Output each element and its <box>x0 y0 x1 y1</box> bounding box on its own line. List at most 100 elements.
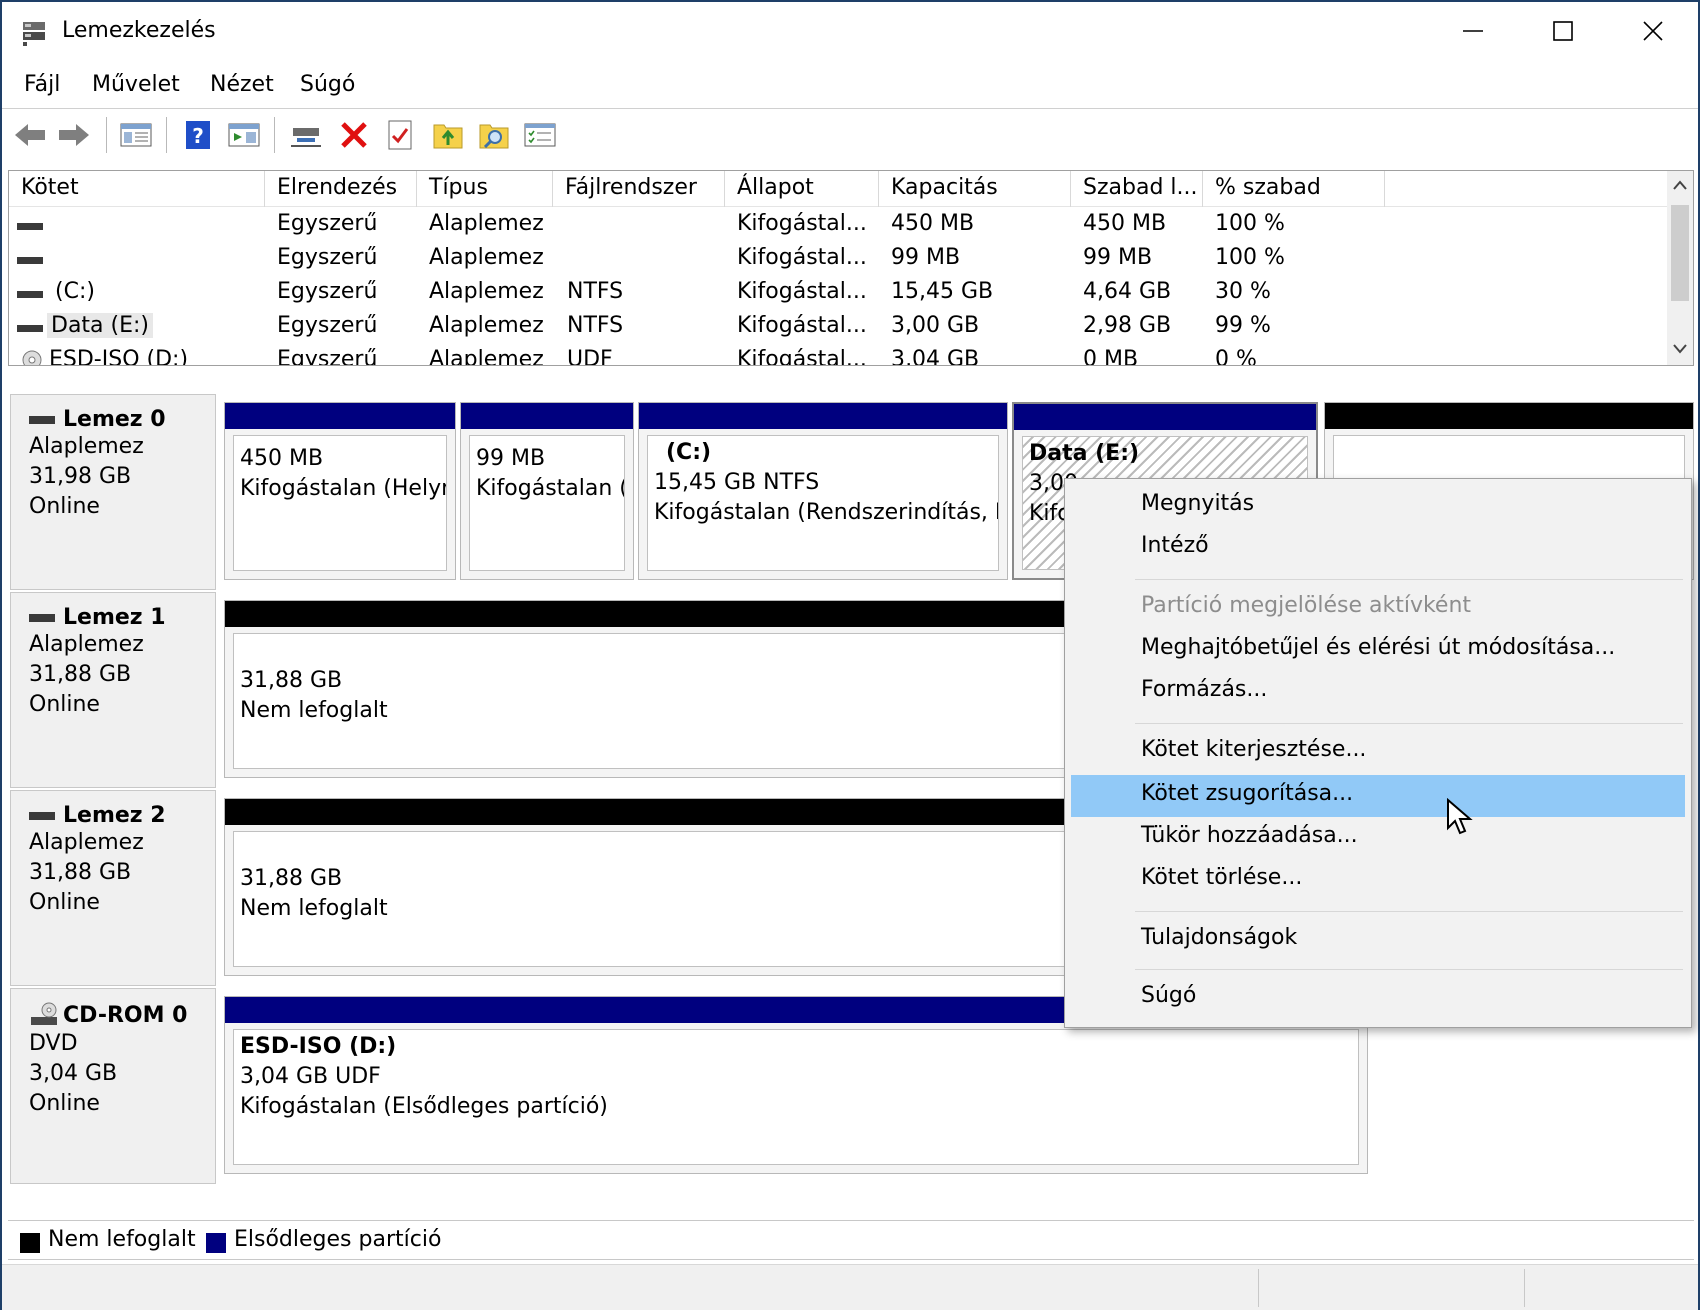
disk-2-name: Lemez 2 <box>29 803 215 828</box>
menu-item-label: Kötet törlése... <box>1141 865 1303 890</box>
connect-button[interactable] <box>288 117 324 153</box>
menu-item-label: Tulajdonságok <box>1141 925 1298 950</box>
delete-icon <box>341 122 367 148</box>
cell-capacity: 99 MB <box>891 245 961 270</box>
cell-layout: Egyszerű <box>277 245 378 270</box>
menu-item-change-drive-letter[interactable]: Meghajtóbetűjel és elérési út módosítása… <box>1071 629 1685 671</box>
toolbar-separator <box>166 117 167 153</box>
menu-item-delete-volume[interactable]: Kötet törlése... <box>1071 859 1685 901</box>
partition-recovery[interactable]: 450 MB Kifogástalan (Helyr <box>224 402 456 580</box>
menu-item-format[interactable]: Formázás... <box>1071 671 1685 713</box>
column-header-layout[interactable]: Elrendezés <box>265 171 417 207</box>
cdrom-0-label[interactable]: CD-ROM 0 DVD 3,04 GB Online <box>10 988 216 1184</box>
column-header-filesystem[interactable]: Fájlrendszer <box>553 171 725 207</box>
back-button[interactable] <box>12 117 48 153</box>
partition-body: (C:) 15,45 GB NTFS Kifogástalan (Rendsze… <box>647 435 999 571</box>
toolbar-separator <box>106 117 107 153</box>
cell-type: Alaplemez <box>429 279 544 304</box>
cell-capacity: 3,04 GB <box>891 347 980 366</box>
column-header-capacity[interactable]: Kapacitás <box>879 171 1071 207</box>
partition-status: Kifogástalan (Rendszerindítás, La <box>654 500 999 525</box>
checklist-button[interactable] <box>382 117 418 153</box>
disk-0-size: 31,98 GB <box>29 464 132 489</box>
cell-layout: Egyszerű <box>277 279 378 304</box>
disk-0-label[interactable]: Lemez 0 Alaplemez 31,98 GB Online <box>10 394 216 590</box>
menu-item-open[interactable]: Megnyitás <box>1071 485 1685 527</box>
maximize-button[interactable] <box>1518 2 1608 60</box>
table-row[interactable]: (C:) Egyszerű Alaplemez NTFS Kifogástal.… <box>9 277 1669 311</box>
properties-button[interactable] <box>522 117 558 153</box>
cell-volume: (C:) <box>55 279 95 304</box>
partition-size: 15,45 GB NTFS <box>654 470 820 495</box>
cell-capacity: 15,45 GB <box>891 279 994 304</box>
disk-icon <box>29 811 55 820</box>
forward-button[interactable] <box>56 117 92 153</box>
minimize-button[interactable] <box>1428 2 1518 60</box>
cell-free-space: 2,98 GB <box>1083 313 1172 338</box>
view-button[interactable] <box>226 117 262 153</box>
menu-item-extend-volume[interactable]: Kötet kiterjesztése... <box>1071 731 1685 773</box>
mouse-pointer-icon <box>1447 798 1473 835</box>
back-icon <box>15 124 45 146</box>
menu-item-label: Intéző <box>1141 533 1209 558</box>
table-row[interactable]: Egyszerű Alaplemez Kifogástal... 99 MB 9… <box>9 243 1669 277</box>
table-row[interactable]: ESD-ISO (D:) Egyszerű Alaplemez UDF Kifo… <box>9 345 1669 366</box>
menu-item-help[interactable]: Súgó <box>1071 977 1685 1019</box>
cdrom-0-name-text: CD-ROM 0 <box>63 1002 188 1028</box>
disk-0-type: Alaplemez <box>29 434 144 459</box>
menu-item-shrink-volume[interactable]: Kötet zsugorítása... <box>1071 775 1685 817</box>
disk-1-name: Lemez 1 <box>29 605 215 630</box>
volume-list[interactable]: Kötet Elrendezés Típus Fájlrendszer Álla… <box>8 170 1694 366</box>
search-folder-icon <box>479 124 509 149</box>
menu-help[interactable]: Súgó <box>300 72 355 97</box>
partition-status: Kifogástalan (Elsődleges partíció) <box>240 1094 608 1119</box>
table-row[interactable]: Data (E:) Egyszerű Alaplemez NTFS Kifogá… <box>9 311 1669 345</box>
column-header-free-space[interactable]: Szabad l... <box>1071 171 1203 207</box>
column-header-percent-free[interactable]: % szabad <box>1203 171 1385 207</box>
context-menu: Megnyitás Intéző Partíció megjelölése ak… <box>1064 478 1692 1028</box>
column-header-status[interactable]: Állapot <box>725 171 879 207</box>
legend-primary: Elsődleges partíció <box>234 1227 442 1252</box>
partition-status: Kifogástalan ( <box>476 476 625 501</box>
legend: Nem lefoglalt Elsődleges partíció <box>8 1220 1694 1260</box>
checklist-icon <box>388 120 412 150</box>
column-header-volume[interactable]: Kötet <box>9 171 265 207</box>
menu-item-explore[interactable]: Intéző <box>1071 527 1685 569</box>
column-header-type[interactable]: Típus <box>417 171 553 207</box>
search-folder-button[interactable] <box>476 117 512 153</box>
cell-status: Kifogástal... <box>737 313 867 338</box>
volume-icon <box>17 257 43 264</box>
table-row[interactable]: Egyszerű Alaplemez Kifogástal... 450 MB … <box>9 209 1669 243</box>
partition-efi[interactable]: 99 MB Kifogástalan ( <box>460 402 634 580</box>
menu-action[interactable]: Művelet <box>92 72 180 97</box>
partition-header <box>461 403 633 429</box>
delete-button[interactable] <box>336 117 372 153</box>
menu-item-mark-active: Partíció megjelölése aktívként <box>1071 587 1685 629</box>
vertical-scrollbar[interactable] <box>1667 171 1693 365</box>
toolbar-separator <box>274 117 275 153</box>
menu-item-label: Meghajtóbetűjel és elérési út módosítása… <box>1141 635 1616 660</box>
cell-filesystem: NTFS <box>567 313 624 338</box>
volume-icon <box>17 325 43 332</box>
partition-c[interactable]: (C:) 15,45 GB NTFS Kifogástalan (Rendsze… <box>638 402 1008 580</box>
volume-icon <box>17 223 43 230</box>
disk-1-label[interactable]: Lemez 1 Alaplemez 31,88 GB Online <box>10 592 216 788</box>
scroll-down-icon[interactable] <box>1672 343 1688 355</box>
console-tree-button[interactable] <box>118 117 154 153</box>
cell-type: Alaplemez <box>429 245 544 270</box>
menu-view[interactable]: Nézet <box>210 72 274 97</box>
menu-item-properties[interactable]: Tulajdonságok <box>1071 919 1685 961</box>
menu-file[interactable]: Fájl <box>24 72 60 97</box>
cell-capacity: 450 MB <box>891 211 975 236</box>
disk-2-label[interactable]: Lemez 2 Alaplemez 31,88 GB Online <box>10 790 216 986</box>
legend-swatch-primary <box>206 1233 226 1253</box>
disk-2-type: Alaplemez <box>29 830 144 855</box>
close-button[interactable] <box>1608 2 1698 60</box>
menu-item-label: Súgó <box>1141 983 1197 1008</box>
scroll-up-icon[interactable] <box>1672 179 1688 191</box>
help-button[interactable]: ? <box>180 117 216 153</box>
folder-up-button[interactable] <box>430 117 466 153</box>
menu-separator <box>1135 969 1683 970</box>
scroll-thumb[interactable] <box>1671 205 1689 301</box>
menu-item-add-mirror[interactable]: Tükör hozzáadása... <box>1071 817 1685 859</box>
